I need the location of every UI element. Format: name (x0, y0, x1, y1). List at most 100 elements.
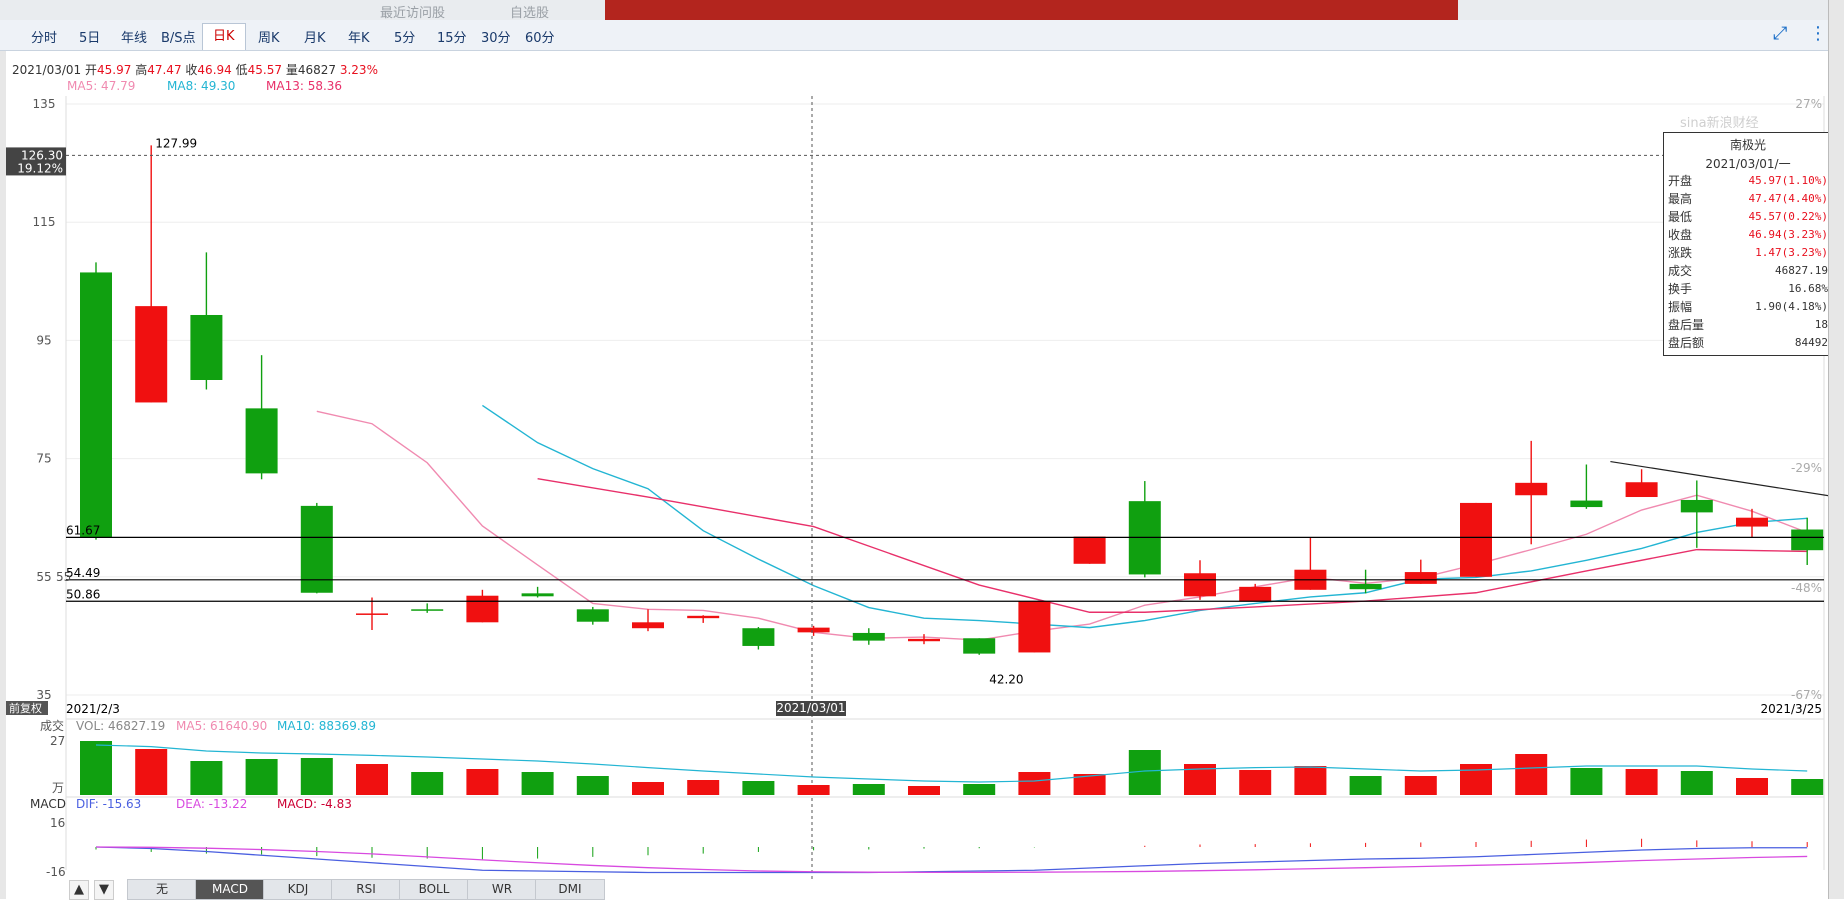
tooltip-row-label: 振幅 (1668, 300, 1693, 314)
tooltip-row: 成交 46827.19 (1664, 262, 1832, 280)
price-tick-label: 55 (36, 570, 51, 584)
volume-bar (1625, 769, 1658, 795)
candle-body (632, 622, 664, 629)
macd-top-tick: 16 (50, 816, 65, 830)
price-tick-label: 115 (33, 215, 56, 229)
tooltip-stock-name: 南极光 (1729, 138, 1766, 152)
subtab-kdj[interactable]: KDJ (263, 879, 333, 900)
volume-bar (742, 781, 775, 795)
candle-body (1736, 517, 1768, 527)
candle-body (1680, 499, 1713, 513)
tooltip-row-value: 47.47(4.40%) (1748, 192, 1828, 205)
volume-bar (245, 759, 278, 795)
price-tick-label: 95 (36, 333, 51, 347)
volume-legend: VOL: 46827.19 (76, 719, 165, 733)
pct-tick-label: -67% (1791, 688, 1822, 702)
candle-body (190, 314, 223, 380)
subtab-none[interactable]: 无 (127, 879, 197, 900)
pct-tick-label: 27% (1795, 97, 1822, 111)
date-axis-end: 2021/3/25 (1760, 702, 1822, 716)
candle-body (963, 638, 996, 654)
candle-body (521, 593, 554, 597)
volume-bar (1018, 772, 1051, 795)
adjust-label: 前复权 (9, 701, 42, 715)
volume-bar (687, 780, 720, 795)
macd-bottom-tick: -16 (46, 865, 66, 879)
subtab-boll[interactable]: BOLL (399, 879, 469, 900)
tooltip-date: 2021/03/01/一 (1705, 157, 1791, 171)
candle-body (1073, 536, 1106, 564)
tooltip-row-label: 收盘 (1668, 228, 1693, 242)
volume-bar (466, 769, 499, 795)
volume-top-tick: 27 (50, 734, 65, 748)
subtab-wr[interactable]: WR (467, 879, 537, 900)
volume-panel-label: 成交 (40, 718, 64, 733)
min-price-label: 42.20 (989, 673, 1023, 687)
price-tick-label: 35 (36, 688, 51, 702)
support-line-label: 50.86 (66, 587, 100, 601)
volume-bar (1460, 764, 1492, 795)
ohlc-tooltip-box: 南极光 2021/03/01/一 开盘 45.97(1.10%) 最高 47.47(4… (1663, 132, 1833, 356)
tooltip-row: 涨跌 1.47(3.23%) (1664, 244, 1832, 262)
volume-bar (1791, 779, 1824, 795)
scroll-up-arrow-icon[interactable]: ▲ (69, 880, 89, 900)
dif-line (95, 846, 1808, 874)
volume-bar (963, 784, 996, 795)
candle-body (411, 609, 444, 611)
volume-bar (576, 776, 609, 795)
dea-legend: DEA: -13.22 (176, 797, 247, 811)
volume-bar (1570, 768, 1603, 795)
sina-watermark: sina新浪财经 (1680, 115, 1759, 131)
price-tick-label: 135 (33, 97, 56, 111)
volume-bar (521, 772, 554, 795)
tooltip-row: 最低 45.57(0.22%) (1664, 208, 1832, 226)
volume-bar (411, 772, 444, 795)
tooltip-row: 开盘 45.97(1.10%) (1664, 172, 1832, 190)
subtab-macd[interactable]: MACD (195, 879, 265, 900)
cursor-date: 2021/03/01 (776, 701, 845, 715)
pct-tick-label: -48% (1791, 581, 1822, 595)
candle-body (852, 632, 885, 641)
price-tick-label: 75 (36, 452, 51, 466)
volume-unit: 万 (52, 781, 64, 795)
date-axis-start: 2021/2/3 (66, 702, 120, 716)
tooltip-row: 盘后额 84492 (1664, 334, 1832, 352)
volume-bar (797, 785, 830, 795)
volume-bar (356, 764, 388, 795)
kline-chart[interactable]: 135 115 95 75 55 35 27% -29% -48% -67% sina新浪财经 6… (0, 0, 1828, 880)
candle-body (135, 306, 168, 403)
candle-body (466, 595, 499, 623)
tooltip-row: 换手 16.68% (1664, 280, 1832, 298)
pct-tick-label: -29% (1791, 461, 1822, 475)
cursor-pct: 19.12% (17, 161, 63, 175)
tooltip-row: 盘后量 18 (1664, 316, 1832, 334)
volume-bar (1294, 766, 1327, 795)
volume-bar (135, 749, 168, 795)
candle-body (1239, 586, 1272, 602)
tooltip-row-value: 46.94(3.23%) (1748, 228, 1828, 241)
support-line-label: 61.67 (66, 523, 100, 537)
candle-body (1018, 601, 1051, 653)
subtab-rsi[interactable]: RSI (331, 879, 401, 900)
tooltip-row-label: 盘后量 (1668, 318, 1705, 332)
tooltip-row: 收盘 46.94(3.23%) (1664, 226, 1832, 244)
ma13-line (537, 478, 1808, 613)
tooltip-row-value: 46827.19 (1775, 264, 1828, 277)
candle-body (1570, 500, 1603, 508)
volume-bar (80, 741, 112, 795)
volume-bar (908, 786, 940, 795)
tooltip-row-label: 涨跌 (1668, 246, 1693, 260)
tooltip-row-label: 换手 (1668, 282, 1693, 296)
volume-bar (1404, 776, 1437, 795)
scroll-down-arrow-icon[interactable]: ▼ (94, 880, 114, 900)
volume-bar (1239, 770, 1272, 795)
right-scrollbar[interactable] (1828, 0, 1844, 899)
subtab-dmi[interactable]: DMI (535, 879, 605, 900)
candle-body (245, 408, 278, 474)
candle-body (742, 628, 775, 646)
volume-bar (632, 782, 664, 795)
candle-body (576, 609, 609, 622)
tooltip-row-label: 成交 (1668, 264, 1693, 278)
price-tick-label: 55 (56, 570, 71, 584)
tooltip-row-value: 45.97(1.10%) (1748, 174, 1828, 187)
